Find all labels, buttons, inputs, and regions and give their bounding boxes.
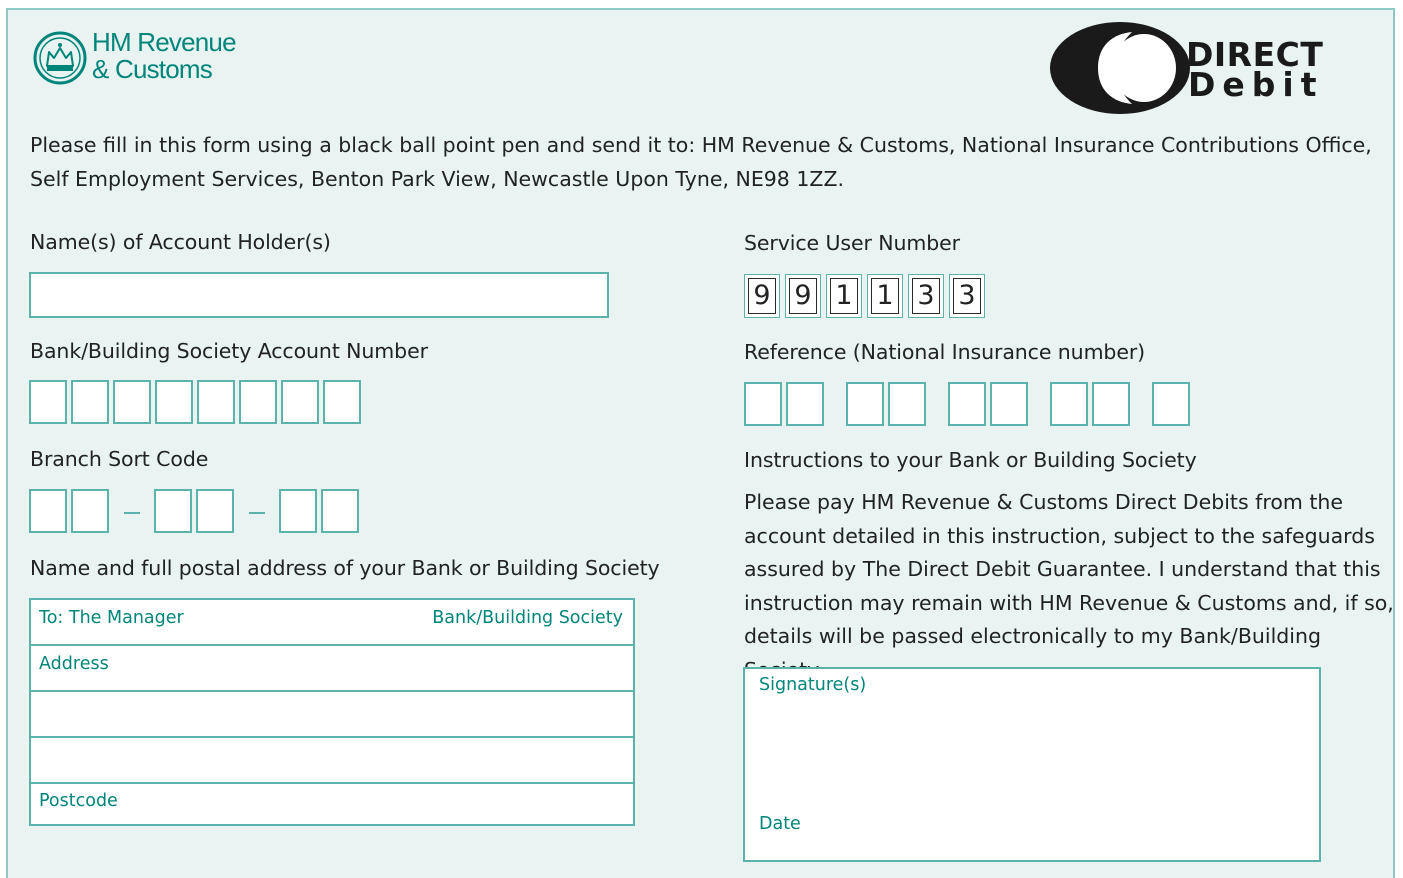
signature-label: Signature(s) xyxy=(759,675,867,695)
service-user-digit: 9 xyxy=(785,274,821,318)
sort-code-label: Branch Sort Code xyxy=(30,447,209,471)
account-digit-box[interactable] xyxy=(29,380,67,424)
instructions-text: Please pay HM Revenue & Customs Direct D… xyxy=(744,490,1394,682)
address-row-3[interactable] xyxy=(31,736,633,782)
intro-instructions: Please fill in this form using a black b… xyxy=(30,133,1372,191)
sort-code-dash xyxy=(124,512,140,514)
reference-label: Reference (National Insurance number) xyxy=(744,340,1146,364)
account-digit-box[interactable] xyxy=(323,380,361,424)
sort-code-digit-box[interactable] xyxy=(71,489,109,533)
service-user-label: Service User Number xyxy=(744,231,960,255)
account-holder-input[interactable] xyxy=(29,272,609,318)
sort-code-digit-box[interactable] xyxy=(196,489,234,533)
account-holder-label: Name(s) of Account Holder(s) xyxy=(30,230,331,254)
direct-debit-form: HM Revenue & Customs DIRECT Debit Please… xyxy=(6,8,1395,878)
account-digit-box[interactable] xyxy=(113,380,151,424)
hmrc-name-line1: HM Revenue xyxy=(92,27,237,57)
direct-debit-logo: DIRECT Debit xyxy=(1048,16,1368,126)
sort-code-digit-box[interactable] xyxy=(154,489,192,533)
bank-society-label: Bank/Building Society xyxy=(432,608,623,628)
account-digit-box[interactable] xyxy=(281,380,319,424)
address-row-2[interactable] xyxy=(31,690,633,736)
address-row[interactable]: Address xyxy=(31,644,633,690)
service-user-digit: 1 xyxy=(867,274,903,318)
postcode-label: Postcode xyxy=(39,791,118,811)
hmrc-name-line2: & Customs xyxy=(92,54,213,84)
ni-digit-box[interactable] xyxy=(990,382,1028,426)
service-user-digit: 3 xyxy=(949,274,985,318)
sort-code-dash xyxy=(249,512,265,514)
sort-code-digit-box[interactable] xyxy=(321,489,359,533)
dd-word-debit: Debit xyxy=(1188,65,1324,104)
service-user-digit: 3 xyxy=(908,274,944,318)
crown-crest-icon xyxy=(33,31,87,85)
ni-digit-box[interactable] xyxy=(744,382,782,426)
bank-address-box: To: The Manager Bank/Building Society Ad… xyxy=(29,598,635,826)
sort-code-digit-box[interactable] xyxy=(279,489,317,533)
ni-digit-box[interactable] xyxy=(888,382,926,426)
ni-digit-box[interactable] xyxy=(1152,382,1190,426)
address-label: Address xyxy=(39,654,109,674)
direct-debit-mark-icon xyxy=(1050,22,1190,114)
service-user-digit: 9 xyxy=(744,274,780,318)
ni-digit-box[interactable] xyxy=(786,382,824,426)
account-digit-box[interactable] xyxy=(155,380,193,424)
account-number-label: Bank/Building Society Account Number xyxy=(30,339,428,363)
hmrc-logo: HM Revenue & Customs xyxy=(32,28,262,90)
service-user-digit: 1 xyxy=(826,274,862,318)
to-manager-label: To: The Manager xyxy=(39,608,184,628)
signature-box[interactable]: Signature(s) Date xyxy=(743,667,1321,862)
postcode-row[interactable]: Postcode xyxy=(31,782,633,826)
bank-address-label: Name and full postal address of your Ban… xyxy=(30,556,660,580)
account-digit-box[interactable] xyxy=(197,380,235,424)
ni-digit-box[interactable] xyxy=(846,382,884,426)
sort-code-digit-box[interactable] xyxy=(29,489,67,533)
ni-digit-box[interactable] xyxy=(1092,382,1130,426)
account-digit-box[interactable] xyxy=(71,380,109,424)
ni-digit-box[interactable] xyxy=(1050,382,1088,426)
ni-digit-box[interactable] xyxy=(948,382,986,426)
date-label: Date xyxy=(759,814,801,834)
account-digit-box[interactable] xyxy=(239,380,277,424)
instructions-label: Instructions to your Bank or Building So… xyxy=(744,448,1197,472)
